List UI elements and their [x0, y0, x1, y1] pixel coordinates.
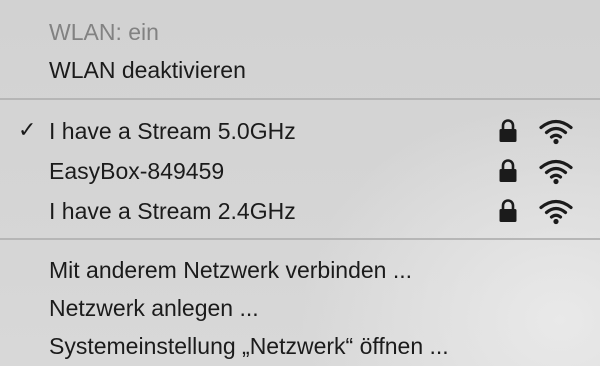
- network-item-easybox[interactable]: EasyBox-849459: [49, 157, 224, 185]
- lock-icon: [499, 119, 517, 142]
- wifi-signal-icon: [539, 199, 573, 225]
- wifi-signal-icon: [539, 119, 573, 145]
- wifi-status-label: WLAN: ein: [49, 19, 159, 45]
- menu-separator: [0, 98, 600, 100]
- checkmark-icon: ✓: [18, 118, 37, 143]
- lock-icon: [499, 159, 517, 182]
- wifi-signal-icon: [539, 159, 573, 185]
- open-network-preferences-item[interactable]: Systemeinstellung „Netzwerk“ öffnen ...: [49, 332, 449, 360]
- network-item-24ghz[interactable]: I have a Stream 2.4GHz: [49, 197, 296, 225]
- create-network-item[interactable]: Netzwerk anlegen ...: [49, 294, 259, 322]
- turn-wifi-off-item[interactable]: WLAN deaktivieren: [49, 56, 246, 84]
- menu-separator: [0, 238, 600, 240]
- lock-icon: [499, 199, 517, 222]
- wifi-menu: WLAN: ein WLAN deaktivieren ✓ I have a S…: [0, 0, 600, 366]
- network-item-5ghz[interactable]: I have a Stream 5.0GHz: [49, 117, 296, 145]
- join-other-network-item[interactable]: Mit anderem Netzwerk verbinden ...: [49, 256, 412, 284]
